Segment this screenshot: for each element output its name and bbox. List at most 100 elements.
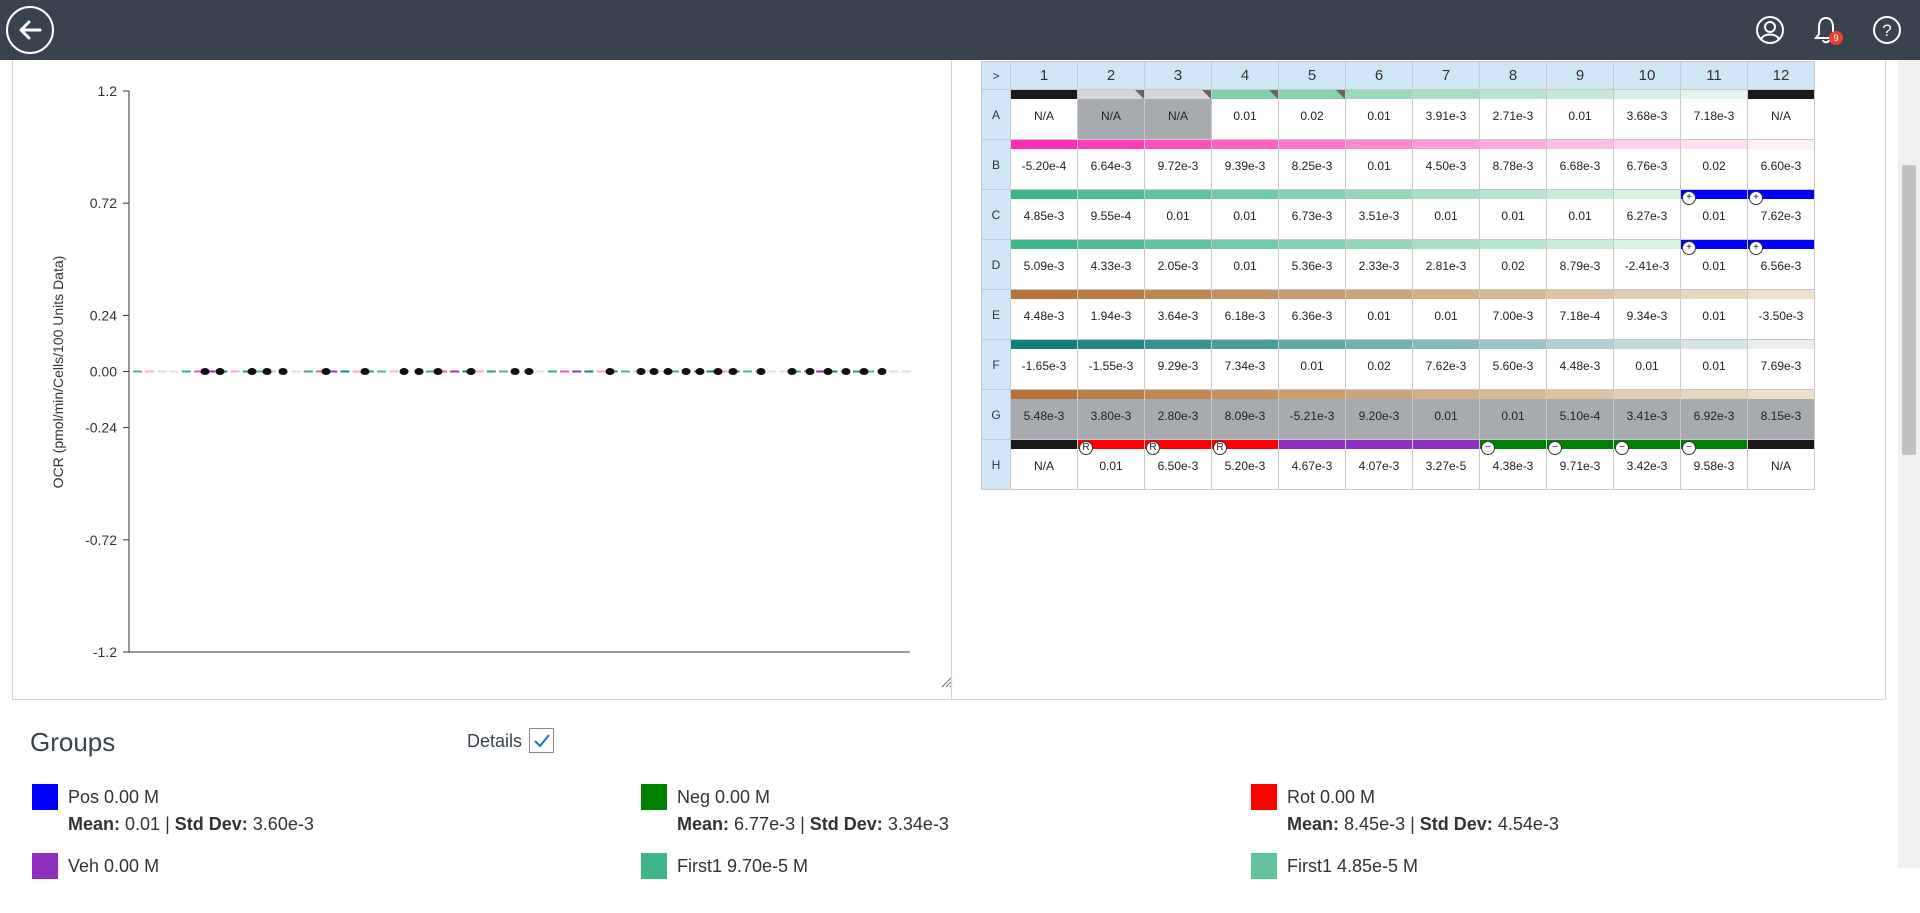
plate-column-header[interactable]: 4 (1211, 61, 1279, 90)
plate-column-header[interactable]: 3 (1144, 61, 1212, 90)
data-point[interactable] (681, 368, 691, 375)
plate-well[interactable]: +0.01 (1680, 189, 1748, 240)
group-color-swatch[interactable] (641, 853, 667, 879)
plate-column-header[interactable]: 10 (1613, 61, 1681, 90)
plate-well[interactable]: 0.01 (1345, 89, 1413, 140)
data-point[interactable] (399, 368, 409, 375)
plate-well[interactable]: -1.65e-3 (1010, 339, 1078, 390)
plate-well[interactable]: 8.09e-3 (1211, 389, 1279, 440)
details-checkbox[interactable] (529, 728, 554, 753)
plate-well[interactable]: N/A (1747, 89, 1815, 140)
plate-column-header[interactable]: 12 (1747, 61, 1815, 90)
plate-well[interactable]: 5.60e-3 (1479, 339, 1547, 390)
plate-well[interactable]: 2.81e-3 (1412, 239, 1480, 290)
user-circle-icon[interactable] (1753, 13, 1787, 47)
data-point[interactable] (215, 368, 225, 375)
plate-well[interactable]: 5.10e-4 (1546, 389, 1614, 440)
plate-well[interactable]: -5.20e-4 (1010, 139, 1078, 190)
plate-well[interactable]: 4.48e-3 (1546, 339, 1614, 390)
plate-well[interactable]: 6.27e-3 (1613, 189, 1681, 240)
data-point[interactable] (433, 368, 443, 375)
plate-well[interactable]: 9.55e-4 (1077, 189, 1145, 240)
plate-well[interactable]: 3.68e-3 (1613, 89, 1681, 140)
plate-well[interactable]: 3.64e-3 (1144, 289, 1212, 340)
group-color-swatch[interactable] (1251, 853, 1277, 879)
plate-row-header[interactable]: H (981, 439, 1011, 490)
plate-well[interactable]: 4.50e-3 (1412, 139, 1480, 190)
plate-well[interactable]: 2.71e-3 (1479, 89, 1547, 140)
plate-well[interactable]: 7.69e-3 (1747, 339, 1815, 390)
plate-well[interactable]: 0.01 (1211, 89, 1279, 140)
plate-well[interactable]: +6.56e-3 (1747, 239, 1815, 290)
plate-well[interactable]: R 6.50e-3 (1144, 439, 1212, 490)
plate-well[interactable]: 0.01 (1211, 189, 1279, 240)
data-point[interactable] (605, 368, 615, 375)
group-color-swatch[interactable] (1251, 784, 1277, 810)
plate-column-header[interactable]: 5 (1278, 61, 1346, 90)
plate-column-header[interactable]: 7 (1412, 61, 1480, 90)
data-point[interactable] (728, 368, 738, 375)
plate-well[interactable]: 0.01 (1345, 139, 1413, 190)
plate-well[interactable]: 0.02 (1479, 239, 1547, 290)
plate-row-header[interactable]: B (981, 139, 1011, 190)
data-point[interactable] (278, 368, 288, 375)
plate-well[interactable]: 3.41e-3 (1613, 389, 1681, 440)
data-point[interactable] (466, 368, 476, 375)
data-point[interactable] (823, 368, 833, 375)
scrollbar-thumb[interactable] (1902, 165, 1916, 455)
plate-well[interactable]: 6.68e-3 (1546, 139, 1614, 190)
plate-well[interactable]: − 4.38e-3 (1479, 439, 1547, 490)
plate-well[interactable]: 0.01 (1680, 339, 1748, 390)
plate-well[interactable]: − 9.71e-3 (1546, 439, 1614, 490)
back-button[interactable] (6, 6, 54, 54)
data-point[interactable] (663, 368, 673, 375)
plate-well[interactable]: +0.01 (1680, 239, 1748, 290)
plate-well[interactable]: N/A (1010, 439, 1078, 490)
plate-well[interactable]: 3.91e-3 (1412, 89, 1480, 140)
plate-well[interactable]: N/A (1144, 89, 1212, 140)
plate-well[interactable]: 0.01 (1144, 189, 1212, 240)
plate-well[interactable]: 7.62e-3 (1412, 339, 1480, 390)
plate-well[interactable]: 7.18e-3 (1680, 89, 1748, 140)
plate-well[interactable]: 2.33e-3 (1345, 239, 1413, 290)
plate-row-header[interactable]: E (981, 289, 1011, 340)
plate-well[interactable]: 0.01 (1412, 289, 1480, 340)
plate-well[interactable]: 4.48e-3 (1010, 289, 1078, 340)
plate-well[interactable]: 0.01 (1613, 339, 1681, 390)
plate-well[interactable]: R 0.01 (1077, 439, 1145, 490)
bell-icon[interactable]: 9 (1809, 13, 1843, 47)
plate-column-header[interactable]: 11 (1680, 61, 1748, 90)
data-point[interactable] (859, 368, 869, 375)
plate-row-header[interactable]: G (981, 389, 1011, 440)
group-color-swatch[interactable] (32, 853, 58, 879)
plate-well[interactable]: 6.92e-3 (1680, 389, 1748, 440)
plate-well[interactable]: 0.02 (1278, 89, 1346, 140)
group-color-swatch[interactable] (641, 784, 667, 810)
plate-well[interactable]: -1.55e-3 (1077, 339, 1145, 390)
group-item[interactable]: First1 9.70e-5 M (641, 853, 1201, 913)
plate-well[interactable]: 0.01 (1412, 389, 1480, 440)
group-item[interactable]: Rot 0.00 M Mean: 8.45e-3 | Std Dev: 4.54e… (1251, 784, 1811, 844)
plate-well[interactable]: 0.01 (1412, 189, 1480, 240)
data-point[interactable] (877, 368, 887, 375)
plate-well[interactable]: 8.78e-3 (1479, 139, 1547, 190)
plate-well[interactable]: 9.72e-3 (1144, 139, 1212, 190)
plate-well[interactable]: 1.94e-3 (1077, 289, 1145, 340)
plate-well[interactable]: 0.01 (1345, 289, 1413, 340)
data-point[interactable] (262, 368, 272, 375)
data-point[interactable] (200, 368, 210, 375)
plate-well[interactable]: − 9.58e-3 (1680, 439, 1748, 490)
plate-corner-toggle[interactable]: > (981, 61, 1011, 90)
plate-row-header[interactable]: F (981, 339, 1011, 390)
plate-well[interactable]: N/A (1010, 89, 1078, 140)
plate-row-header[interactable]: A (981, 89, 1011, 140)
group-item[interactable]: Veh 0.00 M (32, 853, 592, 913)
plate-well[interactable]: 6.76e-3 (1613, 139, 1681, 190)
plate-column-header[interactable]: 6 (1345, 61, 1413, 90)
data-point[interactable] (841, 368, 851, 375)
plate-well[interactable]: 4.33e-3 (1077, 239, 1145, 290)
group-item[interactable]: First1 4.85e-5 M (1251, 853, 1811, 913)
plate-well[interactable]: 0.01 (1546, 89, 1614, 140)
plate-well[interactable]: -5.21e-3 (1278, 389, 1346, 440)
plate-well[interactable]: 2.05e-3 (1144, 239, 1212, 290)
